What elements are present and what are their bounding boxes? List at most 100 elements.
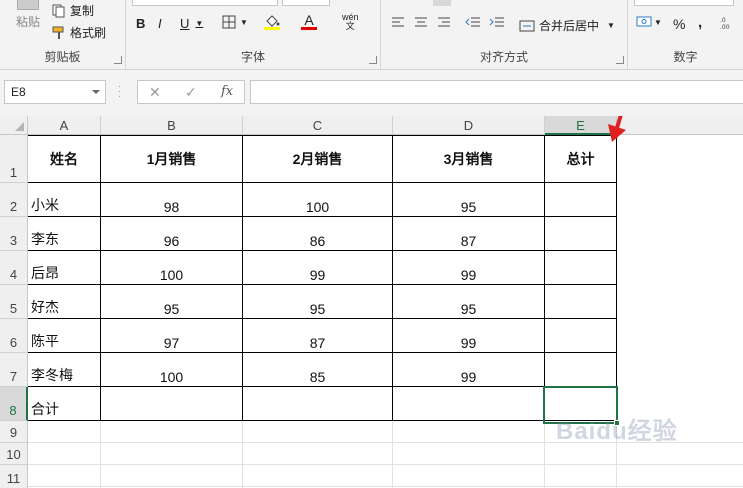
currency-button[interactable]: ▼ xyxy=(636,15,662,29)
column-header-b[interactable]: B xyxy=(101,116,243,135)
merge-center-button[interactable]: 合并后居中 ▼ xyxy=(519,17,615,34)
cell-total[interactable] xyxy=(545,319,616,352)
cell-mar[interactable] xyxy=(393,387,544,420)
cell-jan[interactable]: 96 xyxy=(101,217,242,250)
row-header-9[interactable]: 9 xyxy=(0,421,28,443)
select-all-button[interactable] xyxy=(0,116,28,135)
row-header-11[interactable]: 11 xyxy=(0,465,28,488)
cell-jan[interactable]: 97 xyxy=(101,319,242,352)
cell-total[interactable] xyxy=(545,183,616,216)
fill-color-button[interactable] xyxy=(264,13,280,30)
phonetic-icon: wén 文 xyxy=(342,12,359,31)
row-header-1[interactable]: 1 xyxy=(0,135,28,183)
align-center-button[interactable] xyxy=(414,16,428,28)
column-header-a[interactable]: A xyxy=(28,116,101,135)
cell-name[interactable]: 后昂 xyxy=(28,251,100,284)
underline-button[interactable]: U ▼ xyxy=(180,16,203,31)
comma-button[interactable]: , xyxy=(698,14,702,31)
cell-total[interactable] xyxy=(545,353,616,386)
phonetic-button[interactable]: wén 文 xyxy=(342,13,359,31)
cell-name[interactable]: 李东 xyxy=(28,217,100,250)
header-cell-feb[interactable]: 2月销售 xyxy=(243,136,392,182)
ribbon: 粘贴 复制 格式刷 剪贴板 B I U ▼ ▼ A wén 文 字体 合并后居中… xyxy=(0,0,743,70)
cell-jan[interactable]: 95 xyxy=(101,285,242,318)
cell-feb[interactable]: 99 xyxy=(243,251,392,284)
enter-icon[interactable]: ✓ xyxy=(185,84,197,101)
cell-mar[interactable]: 99 xyxy=(393,251,544,284)
row-header-3[interactable]: 3 xyxy=(0,217,28,251)
alignment-group-label: 对齐方式 xyxy=(479,50,528,64)
cell-name[interactable]: 合计 xyxy=(28,387,100,420)
header-cell-name[interactable]: 姓名 xyxy=(28,136,100,182)
font-launcher-icon[interactable] xyxy=(369,56,377,64)
row-header-2[interactable]: 2 xyxy=(0,183,28,217)
row-header-7[interactable]: 7 xyxy=(0,353,28,387)
cell-jan[interactable]: 100 xyxy=(101,251,242,284)
percent-button[interactable]: % xyxy=(673,16,685,32)
format-painter-button[interactable]: 格式刷 xyxy=(52,24,106,41)
header-cell-total[interactable]: 总计 xyxy=(545,136,616,182)
increase-decimal-button[interactable]: .0.00 xyxy=(720,16,736,30)
font-group-label: 字体 xyxy=(240,50,265,64)
row-header-5[interactable]: 5 xyxy=(0,285,28,319)
clipboard-launcher-icon[interactable] xyxy=(114,56,122,64)
header-cell-mar[interactable]: 3月销售 xyxy=(393,136,544,182)
italic-button[interactable]: I xyxy=(158,16,162,31)
copy-button[interactable]: 复制 xyxy=(52,2,94,19)
font-size-box[interactable] xyxy=(282,0,330,6)
align-right-button[interactable] xyxy=(437,16,451,28)
formula-input[interactable] xyxy=(250,80,743,104)
percent-label: % xyxy=(673,16,686,32)
column-header-d[interactable]: D xyxy=(393,116,545,135)
cell-jan[interactable]: 100 xyxy=(101,353,242,386)
align-left-button[interactable] xyxy=(391,16,405,28)
cell-name[interactable]: 小米 xyxy=(28,183,100,216)
name-box[interactable]: E8 xyxy=(4,80,106,104)
row-header-4[interactable]: 4 xyxy=(0,251,28,285)
cell-feb[interactable] xyxy=(243,387,392,420)
paste-button[interactable]: 粘贴 xyxy=(8,0,48,40)
borders-button[interactable]: ▼ xyxy=(222,15,248,29)
alignment-launcher-icon[interactable] xyxy=(616,56,624,64)
increase-indent-button[interactable] xyxy=(489,16,505,28)
row-header-6[interactable]: 6 xyxy=(0,319,28,353)
cell-jan[interactable]: 98 xyxy=(101,183,242,216)
cell-feb[interactable]: 86 xyxy=(243,217,392,250)
bold-button[interactable]: B xyxy=(136,16,145,31)
cell-mar[interactable]: 95 xyxy=(393,183,544,216)
cancel-icon[interactable]: ✕ xyxy=(149,84,161,101)
cell-total[interactable] xyxy=(545,251,616,284)
cell-mar[interactable]: 99 xyxy=(393,319,544,352)
comma-label: , xyxy=(698,14,703,31)
font-color-button[interactable]: A xyxy=(301,13,317,30)
row-header-10[interactable]: 10 xyxy=(0,443,28,465)
cell-total[interactable] xyxy=(545,285,616,318)
cell-jan[interactable] xyxy=(101,387,242,420)
cell-feb[interactable]: 87 xyxy=(243,319,392,352)
name-box-dropdown-icon[interactable] xyxy=(92,90,100,94)
cell-mar[interactable]: 95 xyxy=(393,285,544,318)
cell-feb[interactable]: 85 xyxy=(243,353,392,386)
svg-text:.0: .0 xyxy=(720,17,726,24)
cell-feb[interactable]: 95 xyxy=(243,285,392,318)
decrease-indent-button[interactable] xyxy=(465,16,481,28)
format-painter-label: 格式刷 xyxy=(70,26,107,40)
orientation-button[interactable] xyxy=(433,0,451,6)
font-color-bar xyxy=(301,27,317,30)
column-header-e[interactable]: E xyxy=(545,116,617,135)
cell-total[interactable] xyxy=(545,217,616,250)
number-format-box[interactable] xyxy=(634,0,734,6)
column-header-c[interactable]: C xyxy=(243,116,393,135)
formula-bar-grip-icon[interactable]: · · · xyxy=(118,82,121,102)
cell-feb[interactable]: 100 xyxy=(243,183,392,216)
column-header-f[interactable] xyxy=(617,116,743,135)
header-cell-jan[interactable]: 1月销售 xyxy=(101,136,242,182)
row-header-8[interactable]: 8 xyxy=(0,387,28,421)
cell-mar[interactable]: 99 xyxy=(393,353,544,386)
cell-name[interactable]: 李冬梅 xyxy=(28,353,100,386)
cell-mar[interactable]: 87 xyxy=(393,217,544,250)
cell-name[interactable]: 好杰 xyxy=(28,285,100,318)
insert-function-icon[interactable]: fx xyxy=(221,84,233,99)
cell-name[interactable]: 陈平 xyxy=(28,319,100,352)
font-name-box[interactable] xyxy=(132,0,278,6)
